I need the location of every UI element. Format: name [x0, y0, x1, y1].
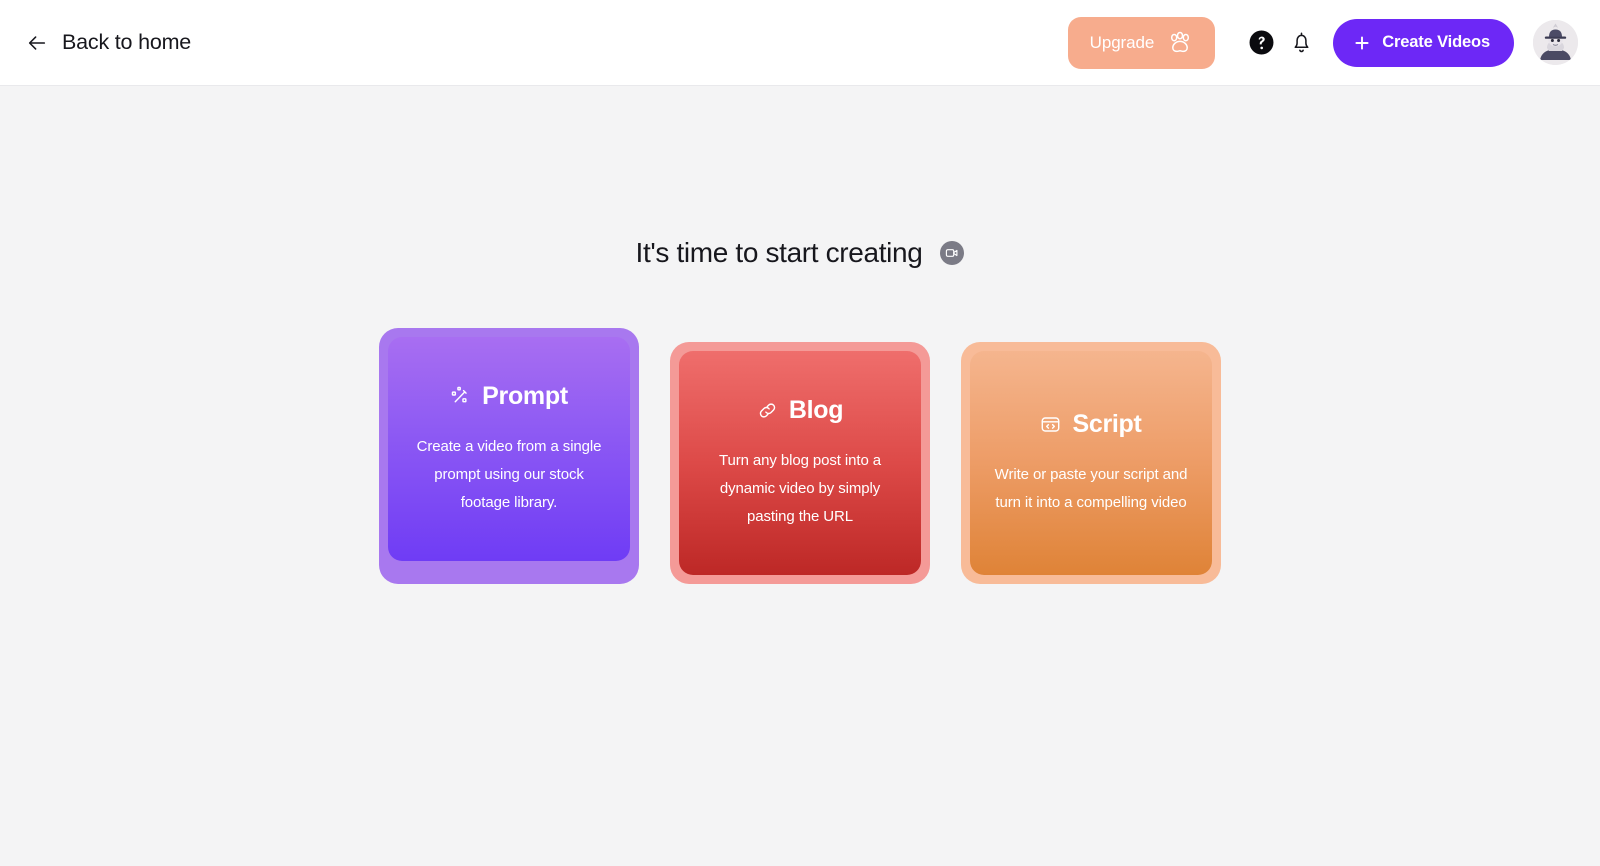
- card-blog-inner: Blog Turn any blog post into a dynamic v…: [679, 351, 921, 575]
- avatar[interactable]: [1533, 20, 1578, 65]
- creation-mode-cards: Prompt Create a video from a single prom…: [379, 328, 1221, 584]
- video-camera-icon: [940, 241, 965, 265]
- header-actions: Upgrade Create Videos: [1067, 16, 1578, 69]
- card-script-description: Write or paste your script and turn it i…: [994, 465, 1188, 511]
- help-circle-icon: [1249, 30, 1274, 55]
- card-blog-description: Turn any blog post into a dynamic video …: [718, 451, 882, 525]
- card-blog[interactable]: Blog Turn any blog post into a dynamic v…: [670, 342, 930, 584]
- plus-icon: [1354, 35, 1370, 51]
- card-blog-title-row: Blog: [757, 396, 843, 425]
- bell-icon: [1290, 30, 1313, 55]
- card-prompt-title-row: Prompt: [450, 382, 568, 411]
- upgrade-label: Upgrade: [1089, 32, 1155, 52]
- paw-icon: [1167, 31, 1193, 55]
- card-prompt-description: Create a video from a single prompt usin…: [416, 437, 602, 511]
- card-script[interactable]: Script Write or paste your script and tu…: [961, 342, 1221, 584]
- create-videos-button[interactable]: Create Videos: [1333, 18, 1514, 67]
- help-button[interactable]: [1241, 23, 1281, 63]
- headline-row: It's time to start creating: [636, 237, 965, 269]
- user-avatar-image: [1533, 20, 1578, 65]
- code-window-icon: [1040, 414, 1061, 435]
- card-script-title: Script: [1072, 409, 1142, 438]
- card-script-title-row: Script: [1040, 409, 1142, 439]
- top-header: Back to home Upgrade Create Videos: [0, 0, 1600, 86]
- main-content: It's time to start creating Prompt Creat…: [0, 86, 1600, 865]
- back-to-home-label: Back to home: [62, 30, 192, 54]
- create-videos-label: Create Videos: [1382, 33, 1490, 51]
- magic-wand-icon: [450, 386, 471, 407]
- card-prompt-inner: Prompt Create a video from a single prom…: [388, 337, 630, 561]
- card-script-inner: Script Write or paste your script and tu…: [970, 351, 1212, 575]
- arrow-left-icon: [26, 32, 48, 54]
- page-title: It's time to start creating: [635, 237, 923, 268]
- back-to-home-link[interactable]: Back to home: [26, 30, 191, 55]
- link-icon: [757, 400, 778, 421]
- card-blog-title: Blog: [788, 395, 844, 424]
- card-prompt-title: Prompt: [482, 381, 568, 410]
- upgrade-button[interactable]: Upgrade: [1067, 16, 1216, 69]
- notifications-button[interactable]: [1281, 23, 1321, 63]
- card-prompt[interactable]: Prompt Create a video from a single prom…: [379, 328, 639, 584]
